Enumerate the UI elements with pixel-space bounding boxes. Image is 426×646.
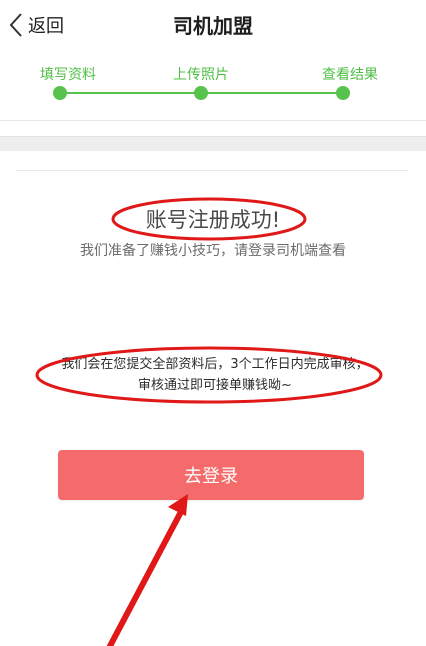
step-dot-3 [336,86,350,100]
login-button[interactable]: 去登录 [58,450,364,500]
step-label-fill-info: 填写资料 [40,67,96,83]
section-separator [0,136,426,151]
step-dot-1 [53,86,67,100]
step-label-upload-photos: 上传照片 [173,67,229,83]
progress-steps: 填写资料 上传照片 查看结果 [0,50,426,120]
success-subtitle: 我们准备了赚钱小技巧，请登录司机端查看 [80,243,346,259]
success-title: 账号注册成功! [145,208,281,232]
step-label-view-result: 查看结果 [322,67,378,83]
progress-line-1 [60,92,201,94]
divider [0,120,426,121]
step-dot-2 [194,86,208,100]
progress-line-2 [201,92,343,94]
driver-join-result-screen: 返回 司机加盟 填写资料 上传照片 查看结果 账号注册成功! 我们准备了赚钱小技… [0,0,426,646]
page-title: 司机加盟 [173,14,253,38]
review-notice: 我们会在您提交全部资料后，3个工作日内完成审核，审核通过即可接单赚钱呦~ [61,357,369,393]
divider [16,170,408,171]
header-bar: 返回 司机加盟 [0,0,426,50]
annotation-arrow-line [107,505,186,646]
